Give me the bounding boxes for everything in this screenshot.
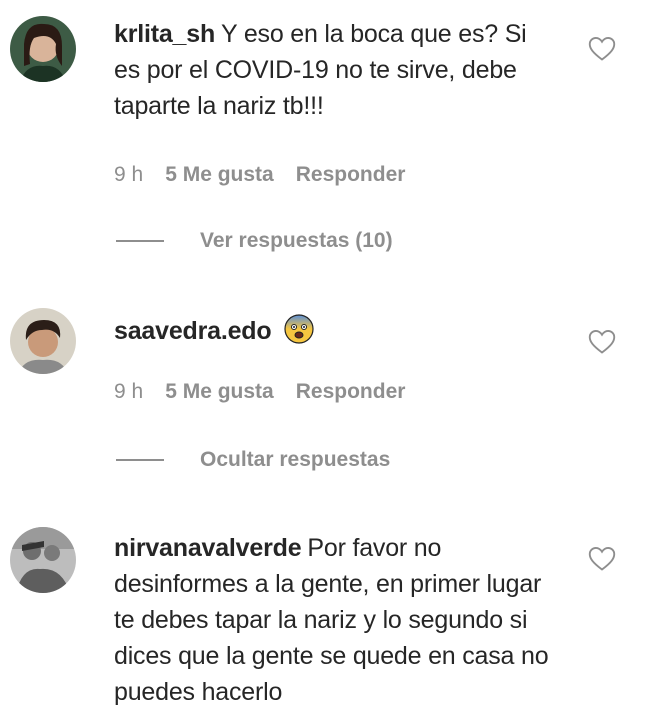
comment-username[interactable]: saavedra.edo [114, 317, 272, 345]
divider [116, 459, 164, 461]
comment-time: 9 h [114, 380, 144, 403]
heart-icon[interactable] [588, 546, 616, 572]
comment-meta: 9 h 5 Me gusta Responder [114, 378, 405, 406]
avatar[interactable] [10, 16, 76, 82]
reply-button[interactable]: Responder [296, 378, 406, 406]
comment-text: krlita_sh Y eso en la boca que es? Si es … [114, 16, 554, 124]
comment-text: saavedra.edo [114, 313, 554, 349]
reply-button[interactable]: Responder [296, 161, 406, 189]
avatar[interactable] [10, 308, 76, 374]
comment-text: nirvanavalverde Por favor no desinformes … [114, 530, 554, 710]
heart-icon[interactable] [588, 329, 616, 355]
comment-time: 9 h [114, 163, 144, 186]
comment-username[interactable]: nirvanavalverde [114, 534, 302, 562]
heart-icon[interactable] [588, 36, 616, 62]
comment-username[interactable]: krlita_sh [114, 20, 215, 48]
likes-count-button[interactable]: 5 Me gusta [165, 378, 274, 406]
likes-count-button[interactable]: 5 Me gusta [165, 161, 274, 189]
view-replies-label: Ver respuestas (10) [200, 229, 393, 252]
comment-meta: 9 h 5 Me gusta Responder [114, 161, 405, 189]
avatar[interactable] [10, 527, 76, 593]
divider [116, 240, 164, 242]
hide-replies-label: Ocultar respuestas [200, 448, 391, 471]
view-replies-button[interactable]: Ver respuestas (10) [116, 229, 393, 253]
hide-replies-button[interactable]: Ocultar respuestas [116, 448, 390, 472]
fearful-face-emoji-icon [284, 314, 314, 344]
